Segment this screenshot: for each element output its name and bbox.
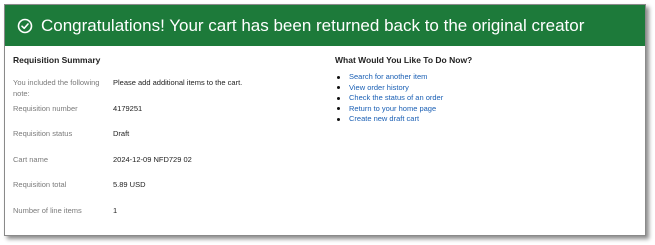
list-item: Search for another item (335, 72, 635, 83)
summary-label: Cart name (13, 154, 49, 164)
summary-title: Requisition Summary (13, 55, 101, 65)
requisition-summary: Requisition Summary You included the fol… (13, 55, 313, 230)
bullet-icon (337, 75, 340, 79)
return-home-link[interactable]: Return to your home page (349, 104, 436, 115)
create-draft-cart-link[interactable]: Create new draft cart (349, 114, 419, 125)
actions-list: Search for another item View order histo… (335, 72, 635, 125)
check-circle-icon (17, 18, 33, 34)
summary-row-cart-name: Cart name 2024-12-09 NFD729 02 (13, 154, 313, 180)
summary-label: Number of line items (13, 205, 82, 215)
summary-row-number: Requisition number 4179251 (13, 103, 313, 129)
summary-label: Requisition status (13, 129, 73, 138)
summary-row-note: You included the following note: Please … (13, 77, 313, 103)
summary-value: 1 (113, 205, 118, 215)
summary-row-status: Requisition status Draft (13, 128, 313, 154)
bullet-icon (337, 86, 340, 90)
summary-row-total: Requisition total 5.89 USD (13, 179, 313, 205)
banner-message: Congratulations! Your cart has been retu… (41, 15, 585, 35)
actions-title: What Would You Like To Do Now? (335, 55, 473, 65)
summary-label: Requisition number (13, 103, 78, 113)
confirmation-panel: Congratulations! Your cart has been retu… (4, 4, 646, 236)
bullet-icon (337, 107, 340, 111)
bullet-icon (337, 96, 340, 100)
summary-label: Requisition total (13, 180, 67, 189)
search-another-item-link[interactable]: Search for another item (349, 72, 427, 83)
list-item: View order history (335, 83, 635, 94)
summary-value: 5.89 USD (113, 180, 146, 189)
summary-row-line-items: Number of line items 1 (13, 205, 313, 231)
list-item: Check the status of an order (335, 93, 635, 104)
summary-label: You included the following note: (13, 78, 100, 98)
success-banner: Congratulations! Your cart has been retu… (5, 5, 645, 46)
list-item: Return to your home page (335, 104, 635, 115)
check-order-status-link[interactable]: Check the status of an order (349, 93, 443, 104)
next-actions: What Would You Like To Do Now? Search fo… (335, 55, 635, 125)
summary-value: 4179251 (113, 103, 143, 113)
bullet-icon (337, 117, 340, 121)
list-item: Create new draft cart (335, 114, 635, 125)
view-order-history-link[interactable]: View order history (349, 83, 409, 94)
summary-value: Draft (113, 129, 130, 138)
summary-value: Please add additional items to the cart. (113, 78, 243, 87)
summary-value: 2024-12-09 NFD729 02 (113, 154, 192, 164)
